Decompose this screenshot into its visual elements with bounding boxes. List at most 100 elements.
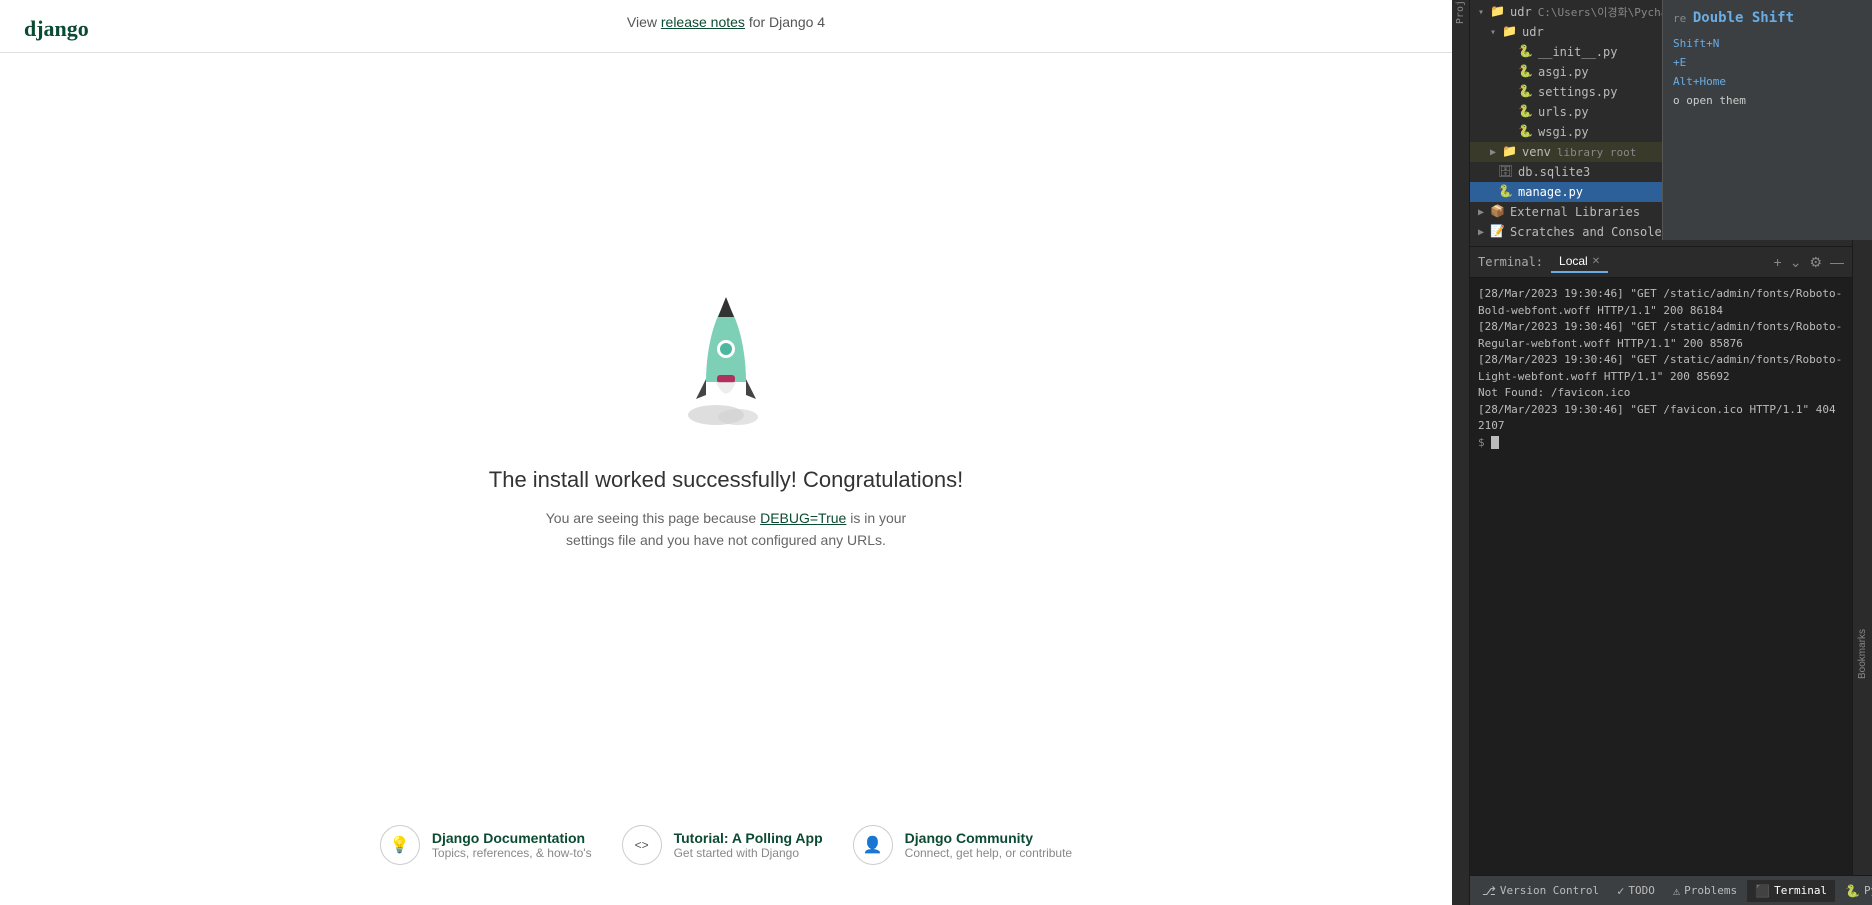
arrow-expand-sub: ▾ [1490, 27, 1502, 38]
everywhere-prefix: re [1673, 12, 1693, 25]
settings-icon[interactable]: ⚙ [1809, 254, 1822, 271]
congrats-text: The install worked successfully! Congrat… [489, 467, 963, 493]
tutorial-card-text: Tutorial: A Polling App Get started with… [674, 830, 823, 860]
footer-card-tutorial[interactable]: <> Tutorial: A Polling App Get started w… [622, 825, 823, 865]
project-label: Proj [1455, 0, 1466, 30]
todo-icon: ✓ [1617, 884, 1624, 898]
minimize-icon[interactable]: — [1830, 254, 1844, 271]
shortcut-row-2: +E [1673, 53, 1862, 72]
terminal-body[interactable]: [28/Mar/2023 19:30:46] "GET /static/admi… [1470, 278, 1852, 875]
bottom-tab-label-packages: Python Packages [1864, 884, 1872, 897]
debug-link[interactable]: DEBUG=True [760, 510, 846, 526]
scratches-icon: 📝 [1490, 224, 1506, 240]
arrow-expand: ▾ [1478, 7, 1490, 18]
problems-icon: ⚠ [1673, 884, 1680, 898]
terminal-actions: + ⌄ ⚙ — [1774, 254, 1844, 271]
bottom-tab-label-terminal: Terminal [1774, 884, 1827, 897]
py-icon-manage: 🐍 [1498, 184, 1514, 200]
django-header: django View release notes for Django 4 [0, 0, 1452, 53]
bottom-tab-label-vc: Version Control [1500, 884, 1599, 897]
bottom-tab-label-problems: Problems [1684, 884, 1737, 897]
release-notice-prefix: View [627, 14, 661, 30]
python-packages-icon: 🐍 [1845, 884, 1860, 898]
tutorial-title: Tutorial: A Polling App [674, 830, 823, 846]
double-shift-label[interactable]: Double Shift [1693, 10, 1794, 26]
log-line-1: [28/Mar/2023 19:30:46] "GET /static/admi… [1478, 286, 1844, 319]
terminal-icon: ⬛ [1755, 884, 1770, 898]
terminal-tab-local[interactable]: Local ✕ [1551, 251, 1608, 273]
tree-label-init: __init__.py [1538, 45, 1617, 59]
community-card-text: Django Community Connect, get help, or c… [905, 830, 1072, 860]
community-icon: 👤 [853, 825, 893, 865]
terminal-tab-close[interactable]: ✕ [1592, 256, 1600, 267]
folder-icon-udr: 📁 [1502, 24, 1518, 40]
bottom-tab-python-packages[interactable]: 🐍 Python Packages [1837, 880, 1872, 902]
log-line-not-found: Not Found: /favicon.ico [1478, 385, 1844, 402]
terminal-prompt[interactable]: $ [1478, 435, 1844, 452]
footer-card-docs[interactable]: 💡 Django Documentation Topics, reference… [380, 825, 592, 865]
debug-text-1: You are seeing this page because [546, 510, 760, 526]
tree-label-udr-sub: udr [1522, 25, 1544, 39]
arrow-scratches: ▶ [1478, 227, 1490, 238]
release-notes-link[interactable]: release notes [661, 14, 745, 30]
terminal-header: Terminal: Local ✕ + ⌄ ⚙ — [1470, 247, 1852, 278]
shortcut-key-2: +E [1673, 56, 1686, 69]
shortcut-row-3: Alt+Home [1673, 72, 1862, 91]
django-brand: django [24, 16, 89, 41]
shortcut-row-4: o open them [1673, 91, 1862, 110]
py-icon-urls: 🐍 [1518, 104, 1534, 120]
py-icon-wsgi: 🐍 [1518, 124, 1534, 140]
bottom-tab-version-control[interactable]: ⎇ Version Control [1474, 880, 1607, 902]
tree-label-wsgi: wsgi.py [1538, 125, 1589, 139]
project-strip: Proj [1452, 0, 1470, 905]
tree-label-external-libs: External Libraries [1510, 205, 1640, 219]
rocket-illustration [666, 287, 786, 447]
terminal-cursor [1491, 436, 1499, 449]
chevron-down-icon[interactable]: ⌄ [1790, 254, 1802, 271]
db-icon: 🗄 [1498, 164, 1514, 180]
search-overlay: re Double Shift Shift+N +E Alt+Home o op… [1662, 0, 1872, 240]
log-line-3: [28/Mar/2023 19:30:46] "GET /static/admi… [1478, 352, 1844, 385]
py-icon-init: 🐍 [1518, 44, 1534, 60]
ext-libs-icon: 📦 [1490, 204, 1506, 220]
tree-label-asgi: asgi.py [1538, 65, 1589, 79]
rocket-svg [676, 287, 776, 427]
debug-text-3: settings file and you have not configure… [566, 532, 886, 548]
tab-label-local: Local [1559, 254, 1588, 268]
release-notice-suffix: for Django 4 [745, 14, 825, 30]
terminal-title: Terminal: [1478, 255, 1543, 269]
shortcut-label-4: o open them [1673, 94, 1746, 107]
arrow-ext-libs: ▶ [1478, 207, 1490, 218]
pycharm-ide-panel: Proj ▾ 📁 udr C:\Users\이경화\PycharmProject… [1452, 0, 1872, 905]
docs-card-text: Django Documentation Topics, references,… [432, 830, 592, 860]
log-line-2: [28/Mar/2023 19:30:46] "GET /static/admi… [1478, 319, 1844, 352]
double-shift-row: re Double Shift [1673, 10, 1862, 26]
tree-label-venv: venv [1522, 145, 1551, 159]
footer-card-community[interactable]: 👤 Django Community Connect, get help, or… [853, 825, 1072, 865]
tutorial-icon: <> [622, 825, 662, 865]
debug-info: You are seeing this page because DEBUG=T… [546, 507, 906, 552]
community-subtitle: Connect, get help, or contribute [905, 846, 1072, 860]
bottom-tab-terminal[interactable]: ⬛ Terminal [1747, 880, 1835, 902]
django-welcome-page: django View release notes for Django 4 [0, 0, 1452, 905]
tree-label-settings: settings.py [1538, 85, 1617, 99]
venv-extra: library root [1557, 146, 1636, 159]
release-notice: View release notes for Django 4 [627, 14, 825, 30]
folder-icon-venv: 📁 [1502, 144, 1518, 160]
docs-title: Django Documentation [432, 830, 592, 846]
version-control-icon: ⎇ [1482, 884, 1496, 898]
bottom-tab-todo[interactable]: ✓ TODO [1609, 880, 1663, 902]
bookmarks-label[interactable]: Bookmarks [1855, 619, 1870, 689]
py-icon-asgi: 🐍 [1518, 64, 1534, 80]
shortcut-key-1: Shift+N [1673, 37, 1719, 50]
add-terminal-button[interactable]: + [1774, 254, 1782, 271]
community-title: Django Community [905, 830, 1072, 846]
tree-label-urls: urls.py [1538, 105, 1589, 119]
bottom-tab-problems[interactable]: ⚠ Problems [1665, 880, 1745, 902]
django-main-content: The install worked successfully! Congrat… [0, 53, 1452, 905]
tutorial-subtitle: Get started with Django [674, 846, 823, 860]
docs-icon: 💡 [380, 825, 420, 865]
tree-label-manage: manage.py [1518, 185, 1583, 199]
terminal-area: Terminal: Local ✕ + ⌄ ⚙ — [28/Mar/2023 1… [1470, 247, 1852, 875]
shortcut-row-1: Shift+N [1673, 34, 1862, 53]
